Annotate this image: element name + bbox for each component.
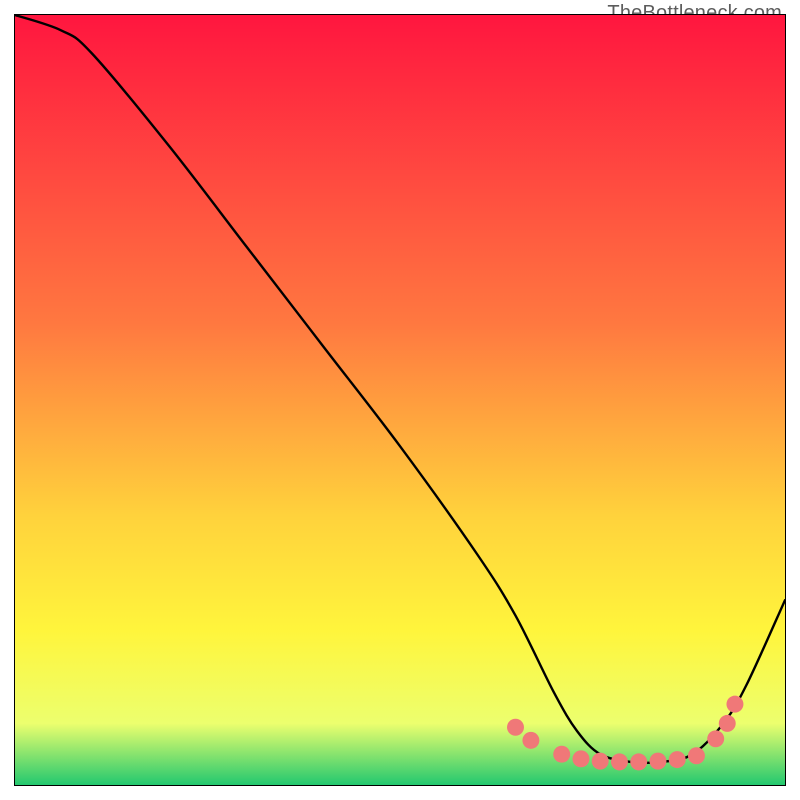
data-dot: [553, 746, 570, 763]
data-dot: [611, 753, 628, 770]
data-dot: [522, 732, 539, 749]
plot-area: [14, 14, 786, 786]
data-dot: [507, 719, 524, 736]
data-dot: [592, 753, 609, 770]
data-dot: [572, 750, 589, 767]
chart-container: TheBottleneck.com: [0, 0, 800, 800]
data-dot: [707, 730, 724, 747]
data-dot: [726, 696, 743, 713]
data-dots: [507, 696, 743, 771]
bottleneck-curve: [15, 15, 785, 763]
data-dot: [649, 753, 666, 770]
data-dot: [630, 753, 647, 770]
data-dot: [669, 751, 686, 768]
data-dot: [688, 747, 705, 764]
chart-svg: [15, 15, 785, 785]
data-dot: [719, 715, 736, 732]
